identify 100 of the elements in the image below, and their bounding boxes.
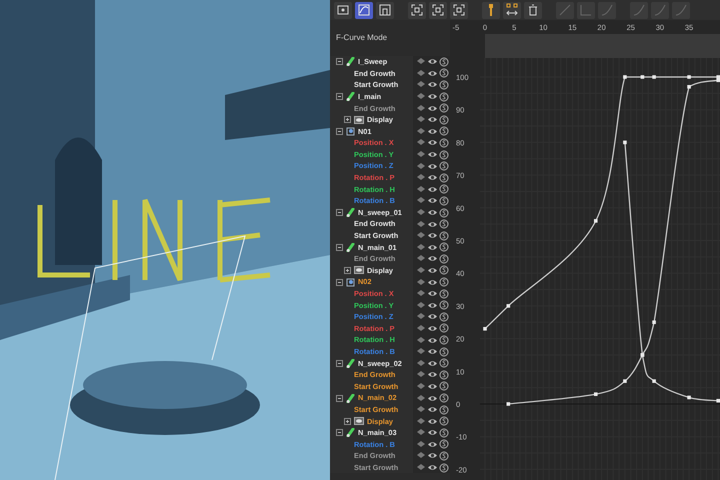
frame-selected-button[interactable] xyxy=(429,2,447,18)
solo-icon xyxy=(439,126,449,136)
solo-icon xyxy=(439,450,449,461)
solo-icon xyxy=(439,288,449,299)
ease-curve-icon xyxy=(674,3,688,17)
solo-icon xyxy=(439,150,449,160)
solo-icon xyxy=(439,323,449,334)
plus-box-icon xyxy=(344,116,351,124)
display-icon xyxy=(354,116,364,124)
display-icon xyxy=(354,417,364,426)
solo-icon xyxy=(439,439,449,450)
curve-icon xyxy=(357,3,371,17)
collapse-toggle[interactable] xyxy=(336,360,343,367)
minus-box-icon xyxy=(336,209,343,216)
ease-in-icon xyxy=(632,3,646,17)
sweep-icon xyxy=(346,358,355,368)
keyframe-point[interactable] xyxy=(506,402,510,406)
null-object-icon xyxy=(346,126,355,136)
keyframe-point[interactable] xyxy=(687,85,691,89)
minus-box-icon xyxy=(336,360,343,367)
null-object-icon xyxy=(346,278,355,287)
solo-icon xyxy=(439,184,449,194)
keyframe-point[interactable] xyxy=(640,75,644,79)
frame-selected-icon xyxy=(431,3,445,17)
f-curve-line[interactable] xyxy=(624,142,718,402)
sweep-icon xyxy=(346,242,355,252)
solo-icon xyxy=(439,404,449,415)
collapse-toggle[interactable] xyxy=(336,244,343,251)
solo-icon xyxy=(439,462,449,473)
sweep-icon xyxy=(346,428,355,438)
keyframe-point[interactable] xyxy=(623,140,627,144)
solo-icon xyxy=(439,242,449,252)
window-button[interactable] xyxy=(376,2,394,18)
solo-icon xyxy=(439,68,449,78)
trash-icon xyxy=(526,3,540,17)
keyframe-point[interactable] xyxy=(506,304,510,308)
keyframe-point[interactable] xyxy=(716,78,720,82)
solo-icon xyxy=(439,300,449,310)
solo-icon xyxy=(439,381,449,392)
frame-range-button[interactable] xyxy=(450,2,468,18)
expand-toggle[interactable] xyxy=(344,418,351,425)
keyframe-point[interactable] xyxy=(483,327,487,331)
keyframe-point[interactable] xyxy=(652,320,656,324)
solo-icon xyxy=(439,358,449,368)
collapse-toggle[interactable] xyxy=(336,93,343,100)
solo-icon xyxy=(439,312,449,322)
collapse-toggle[interactable] xyxy=(336,429,343,436)
collapse-toggle[interactable] xyxy=(336,209,343,216)
solo-icon xyxy=(439,277,449,288)
solo-icon xyxy=(439,346,449,357)
solo-icon xyxy=(439,138,449,148)
keyframe-point[interactable] xyxy=(594,219,598,223)
ease-curve-icon xyxy=(600,3,614,17)
sweep-icon xyxy=(346,208,355,218)
frame-all-icon xyxy=(410,3,424,17)
keyframe-point[interactable] xyxy=(594,392,598,396)
keyframe-point[interactable] xyxy=(652,75,656,79)
minus-box-icon xyxy=(336,244,343,251)
keyframe-point[interactable] xyxy=(716,75,720,79)
minus-box-icon xyxy=(336,128,343,135)
collapse-toggle[interactable] xyxy=(336,58,343,66)
solo-icon xyxy=(439,230,449,241)
window-icon xyxy=(378,3,392,17)
solo-icon xyxy=(439,219,449,230)
camera-button[interactable] xyxy=(334,2,352,18)
sweep-icon xyxy=(346,394,355,403)
step-curve-icon xyxy=(579,3,593,17)
collapse-toggle[interactable] xyxy=(336,394,343,402)
frame-all-button[interactable] xyxy=(408,2,426,18)
solo-icon xyxy=(439,56,449,67)
solo-icon xyxy=(439,92,449,102)
sweep-icon xyxy=(346,92,355,102)
solo-icon xyxy=(439,80,449,90)
expand-toggle[interactable] xyxy=(344,116,351,124)
solo-icon xyxy=(439,196,449,206)
key-button[interactable] xyxy=(482,2,500,18)
minus-box-icon xyxy=(336,429,343,436)
plus-box-icon xyxy=(344,418,351,425)
solo-icon xyxy=(439,114,449,125)
solo-icon xyxy=(439,416,449,426)
solo-icon xyxy=(439,265,449,276)
solo-icon xyxy=(439,254,449,264)
solo-icon xyxy=(439,172,449,183)
solo-icon xyxy=(439,370,449,380)
keyframes-move-icon xyxy=(505,3,519,17)
curve-button[interactable] xyxy=(355,2,373,18)
sweep-icon xyxy=(346,57,355,66)
frame-range-icon xyxy=(452,3,466,17)
trash-button[interactable] xyxy=(524,2,542,18)
keyframe-point[interactable] xyxy=(716,398,720,403)
display-icon xyxy=(354,266,364,274)
expand-toggle[interactable] xyxy=(344,266,351,274)
collapse-toggle[interactable] xyxy=(336,128,343,135)
camera-icon xyxy=(336,3,350,17)
minus-box-icon xyxy=(336,394,343,402)
solo-icon xyxy=(439,161,449,172)
solo-icon xyxy=(439,335,449,346)
keyframes-move-button[interactable] xyxy=(503,2,521,18)
collapse-toggle[interactable] xyxy=(336,278,343,286)
keyframe-point[interactable] xyxy=(623,75,627,79)
